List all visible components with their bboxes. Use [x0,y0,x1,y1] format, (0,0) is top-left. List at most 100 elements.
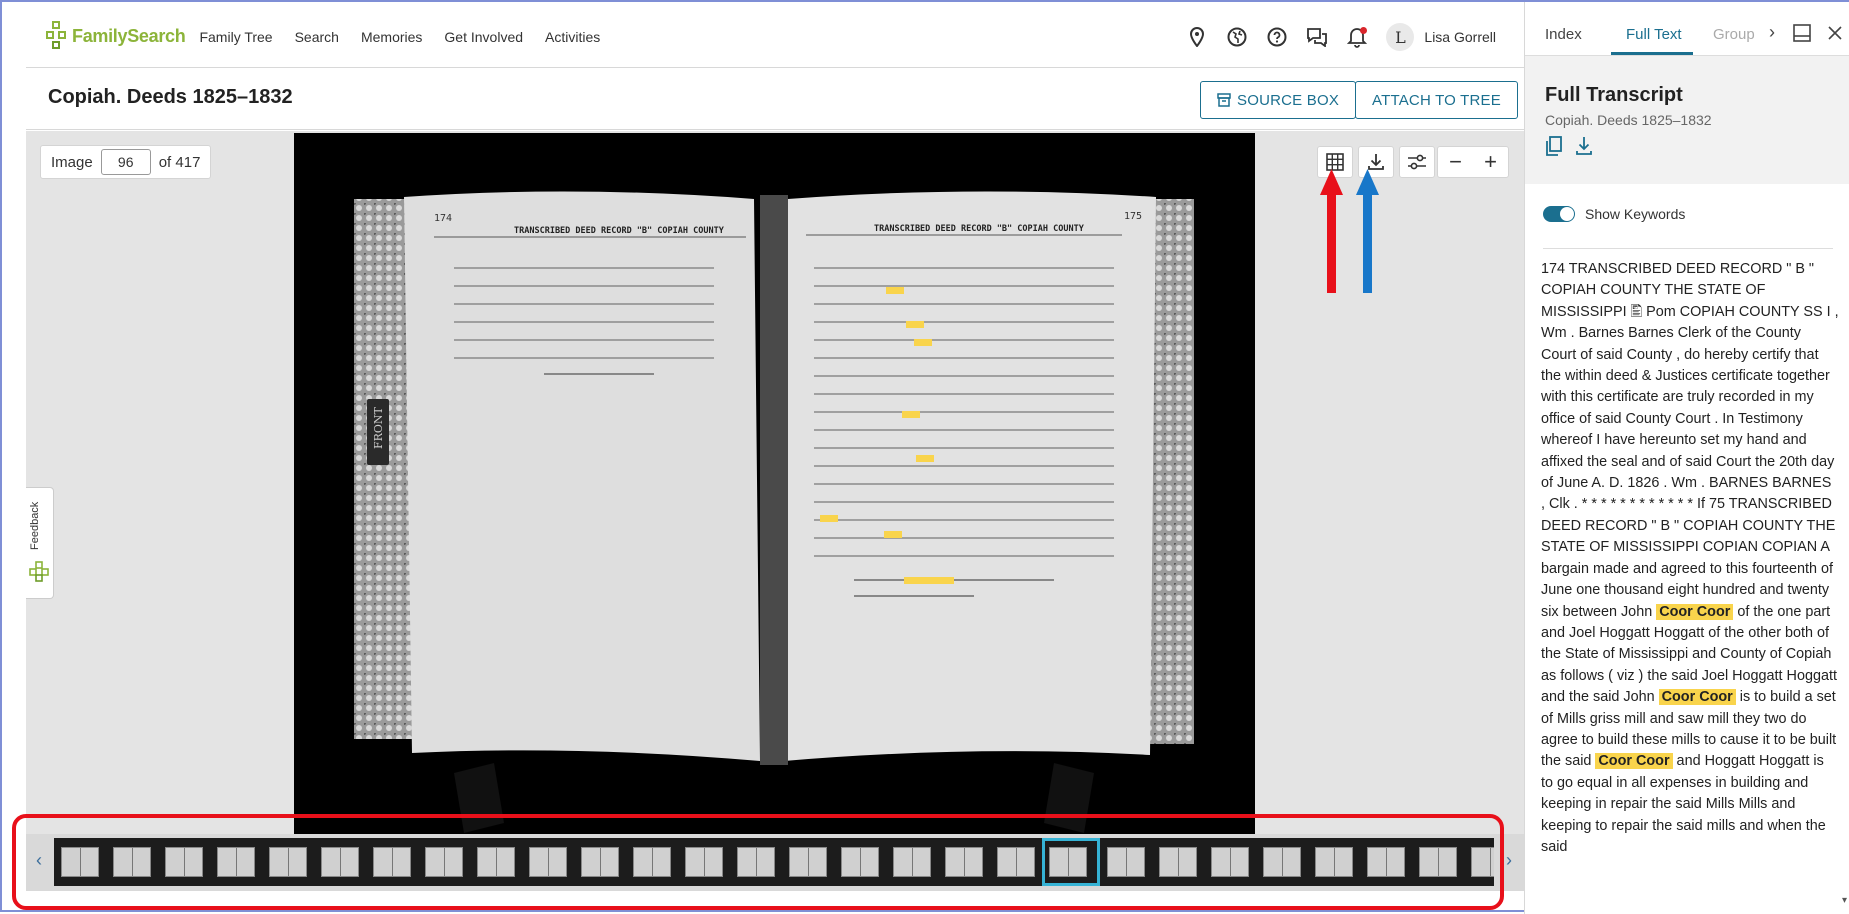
svg-text:FRONT: FRONT [372,406,385,449]
feedback-tab[interactable]: Feedback [26,487,54,599]
svg-text:175: 175 [1124,211,1142,222]
svg-text:TRANSCRIBED DEED RECORD "B" CO: TRANSCRIBED DEED RECORD "B" COPIAH COUNT… [514,226,725,236]
filmstrip-thumb-selected[interactable] [1042,838,1100,886]
avatar[interactable]: L [1386,23,1415,51]
panel-dock-icon[interactable] [1793,24,1811,42]
transcript-subtitle: Copiah. Deeds 1825–1832 [1545,112,1712,128]
nav-get-involved[interactable]: Get Involved [444,29,523,45]
filmstrip-thumb[interactable] [678,838,730,886]
filmstrip-thumb[interactable] [210,838,262,886]
image-label: Image [51,153,93,171]
zoom-out-button[interactable]: − [1438,147,1473,177]
image-number-input[interactable] [100,149,151,175]
filmstrip-thumb[interactable] [1360,838,1412,886]
filmstrip-next-icon[interactable]: › [1506,850,1512,871]
familysearch-logo[interactable]: FamilySearch [46,20,186,53]
location-pin-icon[interactable] [1186,26,1208,48]
transcript-header: Full Transcript Copiah. Deeds 1825–1832 [1525,56,1849,184]
divider [1543,248,1833,249]
keyword-highlight: Coor Coor [1658,689,1736,706]
globe-icon[interactable] [1226,26,1248,48]
user-name[interactable]: Lisa Gorrell [1424,29,1496,45]
chat-icon[interactable] [1306,26,1328,48]
image-viewer[interactable]: TRANSCRIBED DEED RECORD "B" COPIAH COUNT… [26,131,1524,891]
nav-search[interactable]: Search [295,29,339,45]
download-icon[interactable] [1575,136,1593,156]
app-window: FamilySearch Family Tree Search Memories… [0,0,1849,914]
panel-tabs: Index Full Text Group › [1525,2,1849,56]
tab-index[interactable]: Index [1545,26,1582,43]
copy-icon[interactable] [1545,136,1563,156]
filmstrip-prev-icon[interactable]: ‹ [36,850,42,871]
filmstrip-thumb[interactable] [626,838,678,886]
filmstrip-thumb[interactable] [54,838,106,886]
filmstrip-thumb[interactable] [938,838,990,886]
image-adjust-button[interactable] [1399,146,1435,178]
image-counter: Image of 417 [40,145,212,179]
feedback-label: Feedback [29,501,41,550]
top-navigation: FamilySearch Family Tree Search Memories… [26,6,1524,68]
source-box-label: SOURCE BOX [1237,91,1340,109]
sliders-icon [1408,154,1426,170]
tab-full-text[interactable]: Full Text [1626,26,1682,43]
filmstrip-thumb[interactable] [1100,838,1152,886]
feedback-tree-icon [29,561,49,582]
keyword-highlight: Coor Coor [1595,753,1673,770]
tab-group[interactable]: Group [1713,26,1755,43]
filmstrip-thumb[interactable] [470,838,522,886]
filmstrip-thumb[interactable] [262,838,314,886]
filmstrip-thumb[interactable] [366,838,418,886]
attach-to-tree-label: ATTACH TO TREE [1372,91,1501,109]
filmstrip-thumb[interactable] [158,838,210,886]
filmstrip-thumb[interactable] [1152,838,1204,886]
attach-to-tree-button[interactable]: ATTACH TO TREE [1355,81,1518,119]
zoom-controls: − + [1437,146,1509,178]
svg-text:174: 174 [434,213,452,224]
filmstrip-thumb[interactable] [574,838,626,886]
filmstrip-thumb[interactable] [1308,838,1360,886]
help-icon[interactable] [1266,26,1288,48]
nav-activities[interactable]: Activities [545,29,600,45]
document-image[interactable]: TRANSCRIBED DEED RECORD "B" COPIAH COUNT… [294,133,1255,841]
source-box-button[interactable]: SOURCE BOX [1200,81,1357,119]
keyword-highlight: Coor Coor [1656,603,1734,620]
transcript-segment: 174 TRANSCRIBED DEED RECORD " B " COPIAH… [1541,261,1839,620]
bell-icon[interactable] [1346,26,1368,48]
svg-text:TRANSCRIBED DEED RECORD "B" CO: TRANSCRIBED DEED RECORD "B" COPIAH COUNT… [874,224,1085,234]
filmstrip-thumb[interactable] [834,838,886,886]
transcript-heading: Full Transcript [1545,84,1683,106]
image-total: of 417 [158,153,201,171]
close-icon[interactable] [1828,26,1842,40]
nav-memories[interactable]: Memories [361,29,422,45]
annotation-arrows [1320,169,1379,293]
page-title: Copiah. Deeds 1825–1832 [48,86,293,108]
filmstrip-thumbnails[interactable] [54,838,1494,886]
filmstrip-thumb[interactable] [106,838,158,886]
filmstrip-thumb[interactable] [990,838,1042,886]
nav-family-tree[interactable]: Family Tree [199,29,272,45]
filmstrip: ‹ › [26,834,1524,891]
tabs-next-icon[interactable]: › [1769,22,1775,43]
active-tab-indicator [1611,52,1693,55]
filmstrip-thumb[interactable] [1256,838,1308,886]
filmstrip-thumb[interactable] [418,838,470,886]
zoom-in-button[interactable]: + [1473,147,1508,177]
record-title-bar: Copiah. Deeds 1825–1832 SOURCE BOX ATTAC… [26,68,1524,130]
filmstrip-thumb[interactable] [886,838,938,886]
filmstrip-thumb[interactable] [314,838,366,886]
filmstrip-thumb[interactable] [730,838,782,886]
transcript-text: 174 TRANSCRIBED DEED RECORD " B " COPIAH… [1541,259,1839,897]
tree-logo-icon [46,20,70,53]
filmstrip-thumb[interactable] [1412,838,1464,886]
filmstrip-thumb[interactable] [1464,838,1494,886]
box-icon [1217,93,1231,107]
show-keywords-label: Show Keywords [1585,206,1686,222]
filmstrip-thumb[interactable] [1204,838,1256,886]
show-keywords-row: Show Keywords [1543,206,1685,222]
filmstrip-thumb[interactable] [522,838,574,886]
show-keywords-toggle[interactable] [1543,206,1575,222]
scroll-down-icon[interactable]: ▾ [1842,895,1847,906]
right-panel: Index Full Text Group › Full Transcript … [1524,2,1849,914]
logo-text: FamilySearch [72,26,186,46]
filmstrip-thumb[interactable] [782,838,834,886]
